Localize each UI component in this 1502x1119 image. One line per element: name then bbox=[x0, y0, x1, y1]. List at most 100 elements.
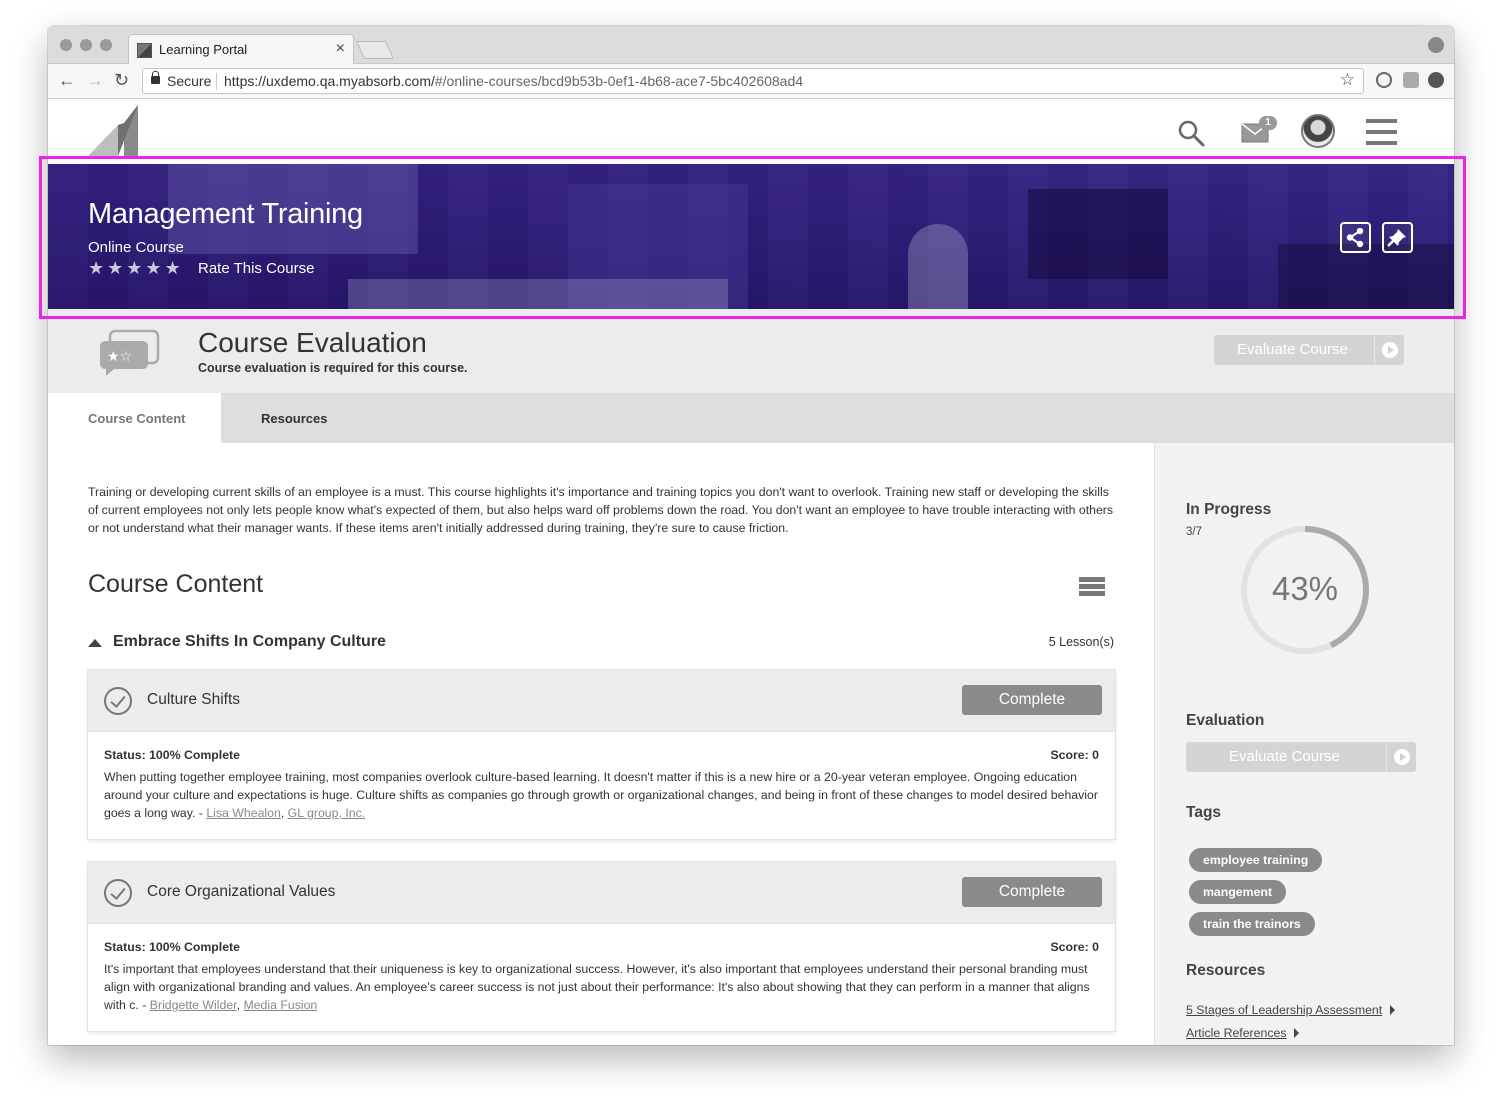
browser-tab[interactable]: Learning Portal × bbox=[128, 34, 354, 65]
lesson-name[interactable]: Core Organizational Values bbox=[147, 883, 335, 901]
course-evaluation-panel: ★☆ Course Evaluation Course evaluation i… bbox=[48, 309, 1454, 393]
banner-photo-shape bbox=[348, 279, 728, 309]
lesson-name[interactable]: Culture Shifts bbox=[147, 691, 240, 709]
tag-pill[interactable]: employee training bbox=[1189, 848, 1323, 872]
progress-heading: In Progress bbox=[1186, 501, 1272, 518]
close-window-button[interactable] bbox=[60, 39, 72, 51]
lesson-description: When putting together employee training,… bbox=[104, 770, 1098, 820]
lesson-score: Score: 0 bbox=[1050, 748, 1099, 762]
search-icon[interactable] bbox=[1177, 119, 1205, 147]
caret-right-icon bbox=[1390, 1005, 1396, 1015]
lesson-description: It's important that employees understand… bbox=[104, 962, 1090, 1012]
author-link[interactable]: Lisa Whealon bbox=[206, 806, 281, 820]
share-button[interactable] bbox=[1340, 222, 1371, 253]
tag-pill[interactable]: mangement bbox=[1189, 880, 1287, 904]
address-separator bbox=[216, 73, 217, 90]
notification-badge: 1 bbox=[1259, 116, 1277, 130]
resource-link[interactable]: Article References bbox=[1186, 1026, 1300, 1040]
resource-link[interactable]: 5 Stages of Leadership Assessment bbox=[1186, 1003, 1396, 1017]
tags-heading: Tags bbox=[1186, 804, 1222, 821]
pin-icon bbox=[1387, 229, 1406, 247]
address-bar[interactable]: Secure https://uxdemo.qa.myabsorb.com/#/… bbox=[142, 68, 1364, 94]
tab-resources[interactable]: Resources bbox=[261, 393, 327, 443]
check-circle-icon bbox=[104, 687, 132, 715]
url-host: https://uxdemo.qa.myabsorb.com/ bbox=[224, 73, 435, 89]
evaluation-heading: Evaluation bbox=[1186, 712, 1265, 729]
lesson-status: Status: 100% Complete bbox=[104, 940, 240, 954]
evaluate-course-label: Evaluate Course bbox=[1237, 341, 1348, 358]
favicon-icon bbox=[137, 43, 152, 58]
progress-count: 3/7 bbox=[1186, 526, 1202, 538]
share-icon bbox=[1346, 227, 1364, 248]
pin-button[interactable] bbox=[1382, 222, 1413, 253]
check-circle-icon bbox=[104, 879, 132, 907]
lesson-status: Status: 100% Complete bbox=[104, 748, 240, 762]
complete-button[interactable]: Complete bbox=[962, 877, 1102, 907]
course-sidebar: In Progress 3/7 43% Evaluation Evaluate … bbox=[1154, 443, 1454, 1045]
evaluation-icon: ★☆ bbox=[100, 329, 160, 376]
course-content-main: Training or developing current skills of… bbox=[48, 443, 1154, 1045]
complete-button[interactable]: Complete bbox=[962, 685, 1102, 715]
svg-text:★☆: ★☆ bbox=[107, 349, 132, 365]
course-type: Online Course bbox=[88, 239, 184, 256]
resources-heading: Resources bbox=[1186, 962, 1266, 979]
browser-profile-icon[interactable] bbox=[1428, 37, 1444, 53]
lesson-header[interactable]: Core Organizational Values Complete bbox=[88, 862, 1115, 924]
extension-g-icon[interactable] bbox=[1376, 72, 1392, 88]
lesson-card: Core Organizational Values Complete Stat… bbox=[88, 862, 1115, 1031]
caret-right-icon bbox=[1294, 1028, 1300, 1038]
tag-pill[interactable]: train the trainors bbox=[1189, 912, 1315, 936]
play-icon bbox=[1374, 335, 1404, 365]
course-content-heading: Course Content bbox=[88, 570, 264, 598]
messages-button[interactable]: 1 bbox=[1241, 116, 1281, 146]
avatar[interactable] bbox=[1301, 114, 1335, 148]
zoom-window-button[interactable] bbox=[100, 39, 112, 51]
tab-close-icon[interactable]: × bbox=[336, 40, 345, 58]
content-tabs: Course Content Resources bbox=[48, 393, 1454, 443]
rate-course-link[interactable]: Rate This Course bbox=[198, 260, 314, 277]
progress-percent: 43% bbox=[1271, 570, 1339, 607]
play-icon bbox=[1386, 742, 1416, 772]
list-view-icon[interactable] bbox=[1079, 577, 1105, 603]
tab-course-content[interactable]: Course Content bbox=[48, 393, 221, 443]
sidebar-evaluate-course-label: Evaluate Course bbox=[1229, 748, 1340, 765]
url-path: #/online-courses/bcd9b53b-0ef1-4b68-ace7… bbox=[434, 73, 804, 89]
extension-upload-icon[interactable] bbox=[1428, 72, 1444, 88]
lesson-body: Status: 100% Complete Score: 0 It's impo… bbox=[88, 924, 1115, 1031]
lesson-header[interactable]: Culture Shifts Complete bbox=[88, 670, 1115, 732]
course-description: Training or developing current skills of… bbox=[88, 485, 1114, 535]
minimize-window-button[interactable] bbox=[80, 39, 92, 51]
lesson-count: 5 Lesson(s) bbox=[1048, 635, 1114, 649]
evaluation-title: Course Evaluation bbox=[198, 327, 427, 358]
browser-toolbar: ← → ↻ Secure https://uxdemo.qa.myabsorb.… bbox=[48, 64, 1454, 99]
browser-tabstrip: Learning Portal × bbox=[48, 26, 1454, 65]
module-title[interactable]: Embrace Shifts In Company Culture bbox=[113, 633, 386, 651]
extension-calendar-icon[interactable] bbox=[1403, 72, 1419, 88]
evaluate-course-button[interactable]: Evaluate Course bbox=[1214, 335, 1404, 365]
collapse-caret-icon[interactable] bbox=[88, 639, 102, 647]
forward-icon[interactable]: → bbox=[86, 70, 104, 91]
organization-link[interactable]: GL group, Inc. bbox=[288, 806, 365, 820]
browser-window: Learning Portal × ← → ↻ Secure https://u… bbox=[48, 26, 1454, 1045]
rating-stars[interactable]: ★★★★★ bbox=[88, 258, 184, 279]
organization-link[interactable]: Media Fusion bbox=[243, 998, 317, 1012]
banner-photo-shape bbox=[908, 224, 968, 309]
url-text: https://uxdemo.qa.myabsorb.com/#/online-… bbox=[224, 73, 803, 89]
lesson-body: Status: 100% Complete Score: 0 When putt… bbox=[88, 732, 1115, 839]
course-banner: Management Training Online Course ★★★★★ … bbox=[48, 164, 1454, 309]
back-icon[interactable]: ← bbox=[58, 70, 76, 91]
sidebar-evaluate-course-button[interactable]: Evaluate Course bbox=[1186, 742, 1416, 772]
new-tab-button[interactable] bbox=[355, 41, 395, 59]
absorb-logo[interactable] bbox=[88, 105, 138, 156]
lesson-score: Score: 0 bbox=[1050, 940, 1099, 954]
bookmark-star-icon[interactable]: ☆ bbox=[1340, 70, 1355, 90]
tab-title: Learning Portal bbox=[159, 42, 248, 57]
secure-label: Secure bbox=[167, 73, 212, 89]
course-title: Management Training bbox=[88, 198, 363, 230]
evaluation-required-text: Course evaluation is required for this c… bbox=[198, 361, 468, 375]
author-link[interactable]: Bridgette Wilder bbox=[150, 998, 237, 1012]
menu-icon[interactable] bbox=[1366, 118, 1398, 146]
resource-link-label: Article References bbox=[1186, 1026, 1287, 1040]
lesson-card: Culture Shifts Complete Status: 100% Com… bbox=[88, 670, 1115, 839]
reload-icon[interactable]: ↻ bbox=[114, 70, 129, 91]
